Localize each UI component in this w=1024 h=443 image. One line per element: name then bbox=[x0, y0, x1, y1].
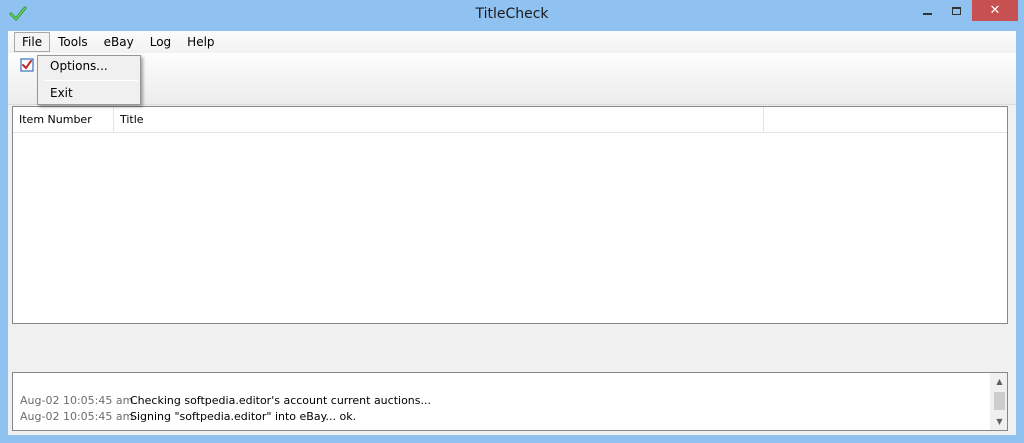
maximize-button[interactable] bbox=[943, 0, 970, 21]
scroll-down-icon[interactable]: ▼ bbox=[991, 413, 1008, 430]
title-bar[interactable]: TitleCheck ✕ bbox=[0, 0, 1024, 31]
scroll-up-icon[interactable]: ▲ bbox=[991, 373, 1008, 390]
app-window: TitleCheck ✕ File Tools eBay Log Help It… bbox=[0, 0, 1024, 443]
close-button[interactable]: ✕ bbox=[972, 0, 1018, 21]
toolbar bbox=[8, 53, 1016, 105]
menu-help[interactable]: Help bbox=[179, 32, 222, 52]
column-filler bbox=[764, 107, 1007, 133]
log-timestamp: Aug-02 10:05:45 am bbox=[20, 394, 134, 407]
minimize-button[interactable] bbox=[914, 0, 941, 21]
menu-log[interactable]: Log bbox=[142, 32, 179, 52]
menu-ebay[interactable]: eBay bbox=[96, 32, 142, 52]
log-scrollbar[interactable]: ▲ ▼ bbox=[990, 373, 1007, 430]
menu-item-options[interactable]: Options... bbox=[50, 59, 108, 73]
client-area: File Tools eBay Log Help Item Number Tit… bbox=[8, 31, 1016, 435]
log-entry: Aug-02 10:05:45 am Checking softpedia.ed… bbox=[20, 394, 431, 408]
menu-item-exit[interactable]: Exit bbox=[50, 86, 73, 100]
log-message: Signing "softpedia.editor" into eBay... … bbox=[130, 410, 357, 423]
scroll-thumb[interactable] bbox=[994, 392, 1005, 410]
menu-separator bbox=[44, 80, 138, 81]
maximize-icon bbox=[952, 6, 961, 15]
column-title[interactable]: Title bbox=[114, 107, 764, 133]
close-icon: ✕ bbox=[989, 3, 1001, 18]
log-timestamp: Aug-02 10:05:45 am bbox=[20, 410, 134, 423]
file-menu-dropdown: Options... Exit bbox=[37, 55, 141, 105]
items-list[interactable]: Item Number Title bbox=[12, 106, 1008, 324]
log-panel[interactable]: Aug-02 10:05:45 am Checking softpedia.ed… bbox=[12, 372, 1008, 431]
log-message: Checking softpedia.editor's account curr… bbox=[130, 394, 431, 407]
minimize-icon bbox=[923, 12, 932, 15]
log-entry: Aug-02 10:05:45 am Signing "softpedia.ed… bbox=[20, 410, 356, 424]
window-title: TitleCheck bbox=[475, 6, 549, 22]
column-item-number[interactable]: Item Number bbox=[13, 107, 114, 133]
menu-file[interactable]: File bbox=[14, 32, 51, 52]
checkbox-checked-icon bbox=[20, 58, 34, 72]
menu-tools[interactable]: Tools bbox=[50, 32, 96, 52]
menu-bar: File Tools eBay Log Help bbox=[8, 31, 1016, 53]
list-header: Item Number Title bbox=[13, 107, 1007, 133]
